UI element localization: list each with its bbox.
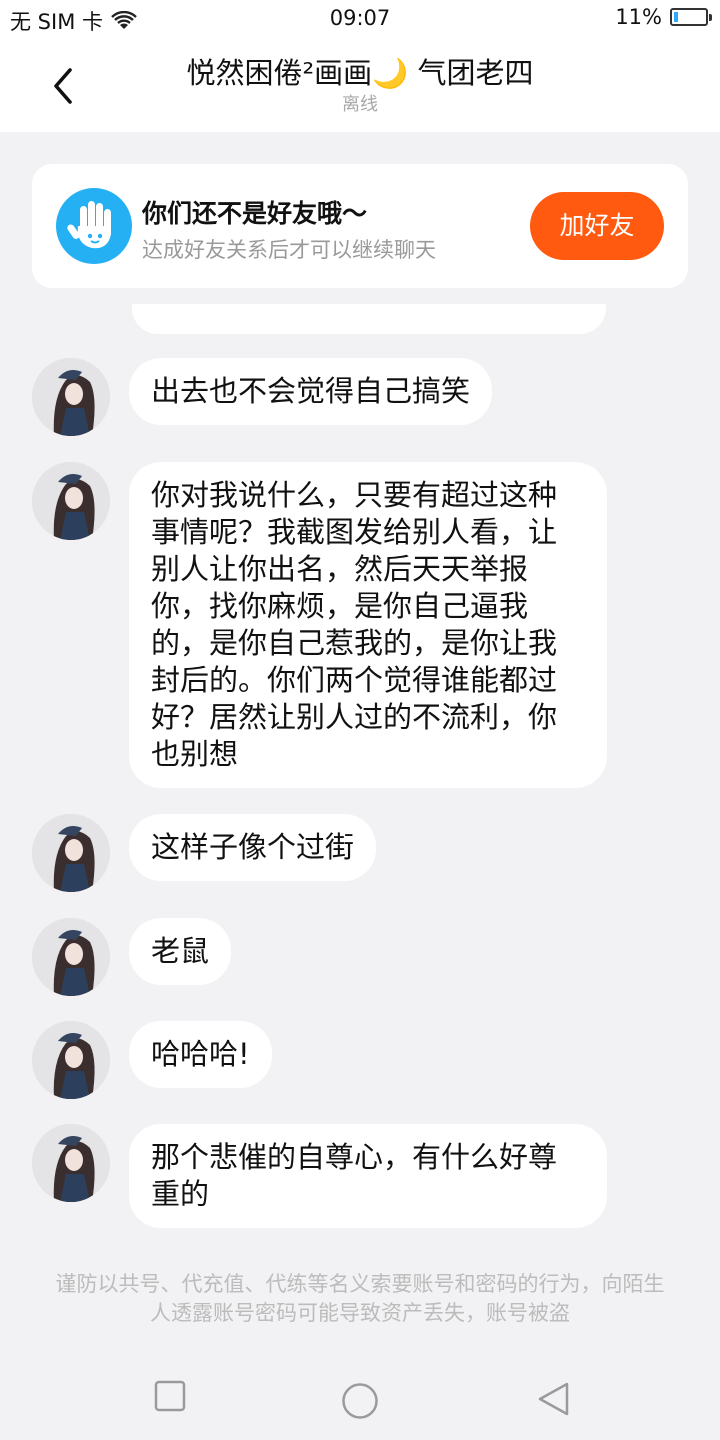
notice-title: 你们还不是好友哦～ bbox=[142, 199, 368, 228]
avatar[interactable] bbox=[32, 814, 110, 892]
status-bar: 无 SIM 卡 09:07 11% bbox=[0, 0, 720, 38]
triangle-icon bbox=[538, 1382, 569, 1416]
avatar[interactable] bbox=[32, 462, 110, 540]
message-bubble[interactable]: 那个悲催的自尊心，有什么好尊重的 bbox=[129, 1124, 607, 1228]
message-bubble[interactable]: 你对我说什么，只要有超过这种事情呢？我截图发给别人看，让别人让你出名，然后天天举… bbox=[129, 462, 607, 788]
avatar[interactable] bbox=[32, 1021, 110, 1099]
circle-icon bbox=[342, 1383, 378, 1419]
message-bubble[interactable]: 老鼠 bbox=[129, 918, 232, 985]
battery-level bbox=[674, 12, 678, 22]
hand-icon bbox=[56, 188, 132, 264]
message-bubble[interactable]: 这样子像个过街 bbox=[129, 814, 377, 881]
online-status: 离线 bbox=[342, 94, 378, 115]
not-friends-notice: 你们还不是好友哦～ 达成好友关系后才可以继续聊天 加好友 bbox=[32, 164, 688, 288]
avatar[interactable] bbox=[32, 918, 110, 996]
avatar[interactable] bbox=[32, 358, 110, 436]
battery-icon bbox=[670, 8, 712, 26]
security-warning: 谨防以共号、代充值、代练等名义索要账号和密码的行为，向陌生人透露账号密码可能导致… bbox=[55, 1272, 665, 1325]
battery-percent: 11% bbox=[615, 5, 662, 29]
back-nav-button[interactable] bbox=[535, 1381, 571, 1421]
add-friend-button[interactable]: 加好友 bbox=[530, 192, 664, 260]
home-button[interactable] bbox=[341, 1382, 379, 1424]
square-icon bbox=[154, 1380, 186, 1412]
chat-header: 悦然困倦²画画🌙 气团老四 离线 bbox=[0, 38, 720, 132]
navigation-bar bbox=[0, 1350, 720, 1440]
avatar[interactable] bbox=[32, 1124, 110, 1202]
message-bubble[interactable]: 出去也不会觉得自己搞笑 bbox=[129, 358, 493, 425]
notice-description: 达成好友关系后才可以继续聊天 bbox=[142, 238, 436, 262]
message-bubble-partial bbox=[132, 304, 606, 334]
status-time: 09:07 bbox=[329, 6, 391, 30]
status-right: 11% bbox=[615, 5, 712, 29]
recent-apps-button[interactable] bbox=[154, 1380, 186, 1416]
message-bubble[interactable]: 哈哈哈! bbox=[129, 1021, 272, 1088]
chat-title: 悦然困倦²画画🌙 气团老四 bbox=[186, 56, 534, 90]
